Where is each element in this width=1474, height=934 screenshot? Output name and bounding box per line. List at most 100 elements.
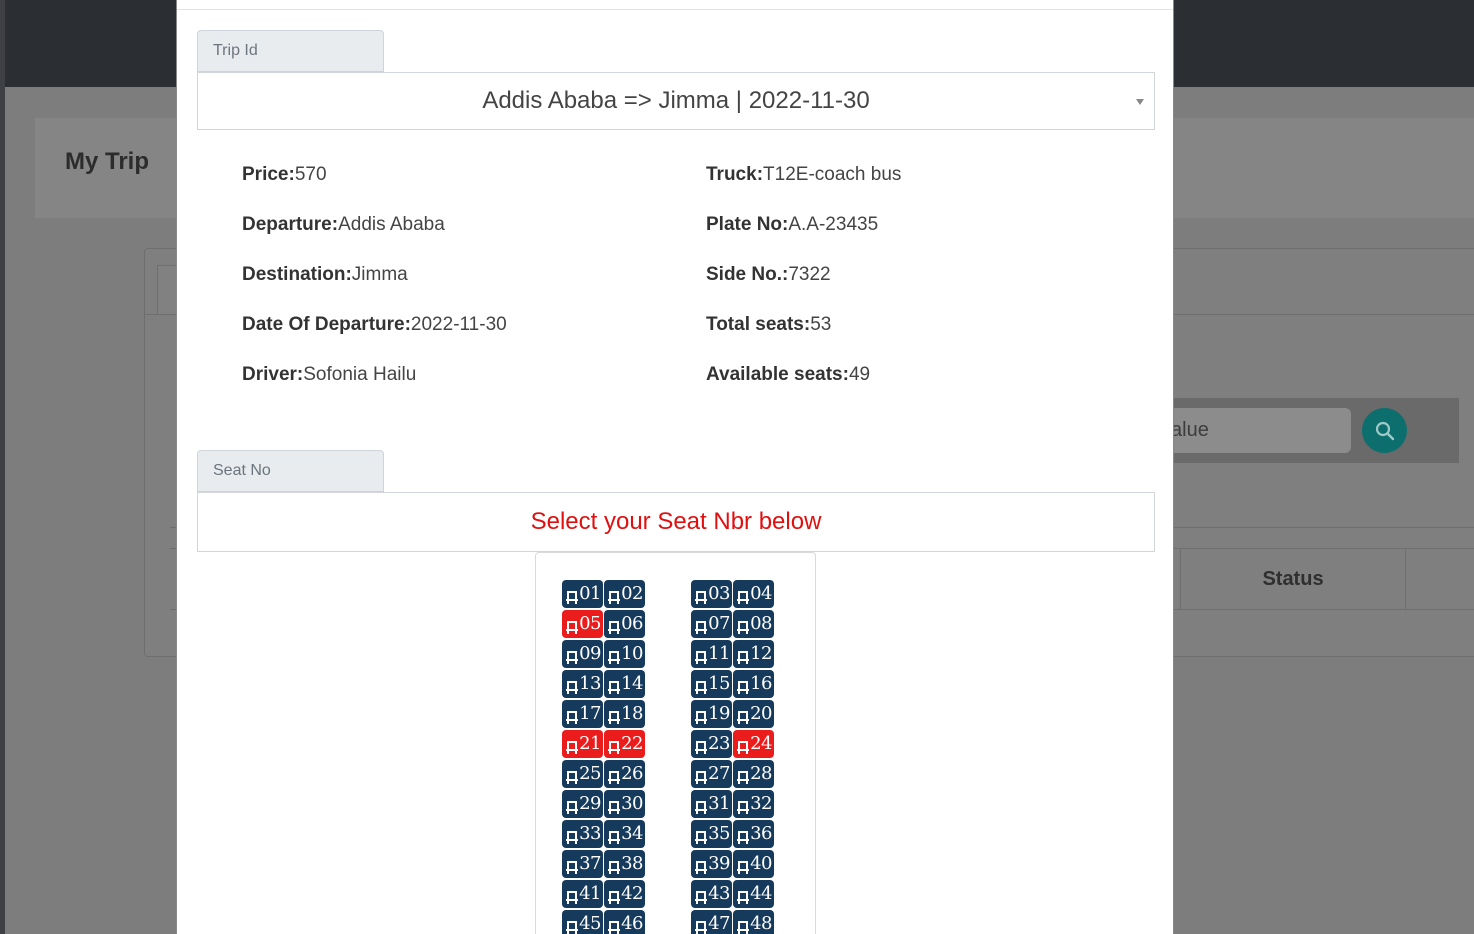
seat-03[interactable]: 03: [691, 580, 732, 608]
seat-number: 42: [621, 883, 643, 904]
seat-25[interactable]: 25: [562, 760, 603, 788]
seat-select-prompt[interactable]: Select your Seat Nbr below: [197, 492, 1155, 552]
seat-10[interactable]: 10: [604, 640, 645, 668]
trip-select[interactable]: Addis Ababa => Jimma | 2022-11-30: [197, 72, 1155, 130]
seat-30[interactable]: 30: [604, 790, 645, 818]
detail-value: 53: [810, 314, 832, 335]
detail-row: Driver:Sofonia Hailu: [242, 364, 416, 386]
seat-icon: [736, 615, 750, 634]
seat-icon: [736, 585, 750, 604]
seat-number: 30: [621, 793, 643, 814]
seat-02[interactable]: 02: [604, 580, 645, 608]
seat-icon: [565, 705, 579, 724]
seat-04[interactable]: 04: [733, 580, 774, 608]
seat-23[interactable]: 23: [691, 730, 732, 758]
seat-number: 06: [621, 613, 643, 634]
seat-number: 46: [621, 913, 643, 934]
seat-38[interactable]: 38: [604, 850, 645, 878]
seat-icon: [694, 675, 708, 694]
seat-icon: [736, 765, 750, 784]
seat-07[interactable]: 07: [691, 610, 732, 638]
seat-number: 14: [621, 673, 643, 694]
trip-id-label: Trip Id: [197, 30, 384, 72]
seat-number: 16: [750, 673, 772, 694]
detail-label: Driver:: [242, 364, 304, 385]
seat-27[interactable]: 27: [691, 760, 732, 788]
seat-icon: [607, 855, 621, 874]
seat-number: 23: [708, 733, 730, 754]
seat-16[interactable]: 16: [733, 670, 774, 698]
seat-icon: [736, 735, 750, 754]
seat-17[interactable]: 17: [562, 700, 603, 728]
seat-icon: [565, 735, 579, 754]
seat-28[interactable]: 28: [733, 760, 774, 788]
seat-41[interactable]: 41: [562, 880, 603, 908]
seat-number: 12: [750, 643, 772, 664]
seat-number: 05: [579, 613, 601, 634]
seat-icon: [565, 615, 579, 634]
seat-13[interactable]: 13: [562, 670, 603, 698]
detail-label: Side No.:: [706, 264, 789, 285]
seat-01[interactable]: 01: [562, 580, 603, 608]
seat-icon: [565, 915, 579, 934]
seat-number: 08: [750, 613, 772, 634]
detail-row: Available seats:49: [706, 364, 870, 386]
seat-40[interactable]: 40: [733, 850, 774, 878]
seat-icon: [607, 765, 621, 784]
seat-number: 47: [708, 913, 730, 934]
seat-31[interactable]: 31: [691, 790, 732, 818]
seat-14[interactable]: 14: [604, 670, 645, 698]
seat-19[interactable]: 19: [691, 700, 732, 728]
seat-icon: [607, 795, 621, 814]
seat-29[interactable]: 29: [562, 790, 603, 818]
seat-21[interactable]: 21: [562, 730, 603, 758]
seat-34[interactable]: 34: [604, 820, 645, 848]
search-input[interactable]: alue: [1165, 408, 1351, 453]
seat-42[interactable]: 42: [604, 880, 645, 908]
seat-33[interactable]: 33: [562, 820, 603, 848]
seat-08[interactable]: 08: [733, 610, 774, 638]
seat-number: 09: [579, 643, 601, 664]
seat-47[interactable]: 47: [691, 910, 732, 934]
seat-46[interactable]: 46: [604, 910, 645, 934]
seat-18[interactable]: 18: [604, 700, 645, 728]
seat-48[interactable]: 48: [733, 910, 774, 934]
detail-row: Plate No:A.A-23435: [706, 214, 878, 236]
seat-24[interactable]: 24: [733, 730, 774, 758]
seat-icon: [694, 705, 708, 724]
seat-icon: [736, 675, 750, 694]
seat-32[interactable]: 32: [733, 790, 774, 818]
seat-36[interactable]: 36: [733, 820, 774, 848]
seat-15[interactable]: 15: [691, 670, 732, 698]
seat-43[interactable]: 43: [691, 880, 732, 908]
detail-label: Departure:: [242, 214, 339, 235]
seat-icon: [736, 885, 750, 904]
seat-number: 27: [708, 763, 730, 784]
seat-number: 31: [708, 793, 730, 814]
seat-icon: [694, 855, 708, 874]
seat-number: 43: [708, 883, 730, 904]
detail-label: Price:: [242, 164, 295, 185]
seat-icon: [607, 645, 621, 664]
seat-12[interactable]: 12: [733, 640, 774, 668]
seat-37[interactable]: 37: [562, 850, 603, 878]
seat-11[interactable]: 11: [691, 640, 732, 668]
seat-44[interactable]: 44: [733, 880, 774, 908]
seat-icon: [694, 585, 708, 604]
seat-05[interactable]: 05: [562, 610, 603, 638]
seat-35[interactable]: 35: [691, 820, 732, 848]
detail-label: Truck:: [706, 164, 764, 185]
seat-icon: [694, 615, 708, 634]
search-button[interactable]: [1362, 408, 1407, 453]
seat-prompt-text: Select your Seat Nbr below: [530, 508, 822, 535]
seat-45[interactable]: 45: [562, 910, 603, 934]
seat-39[interactable]: 39: [691, 850, 732, 878]
seat-number: 48: [750, 913, 772, 934]
detail-value: A.A-23435: [788, 214, 879, 235]
seat-icon: [565, 585, 579, 604]
seat-22[interactable]: 22: [604, 730, 645, 758]
seat-06[interactable]: 06: [604, 610, 645, 638]
seat-09[interactable]: 09: [562, 640, 603, 668]
seat-20[interactable]: 20: [733, 700, 774, 728]
seat-26[interactable]: 26: [604, 760, 645, 788]
